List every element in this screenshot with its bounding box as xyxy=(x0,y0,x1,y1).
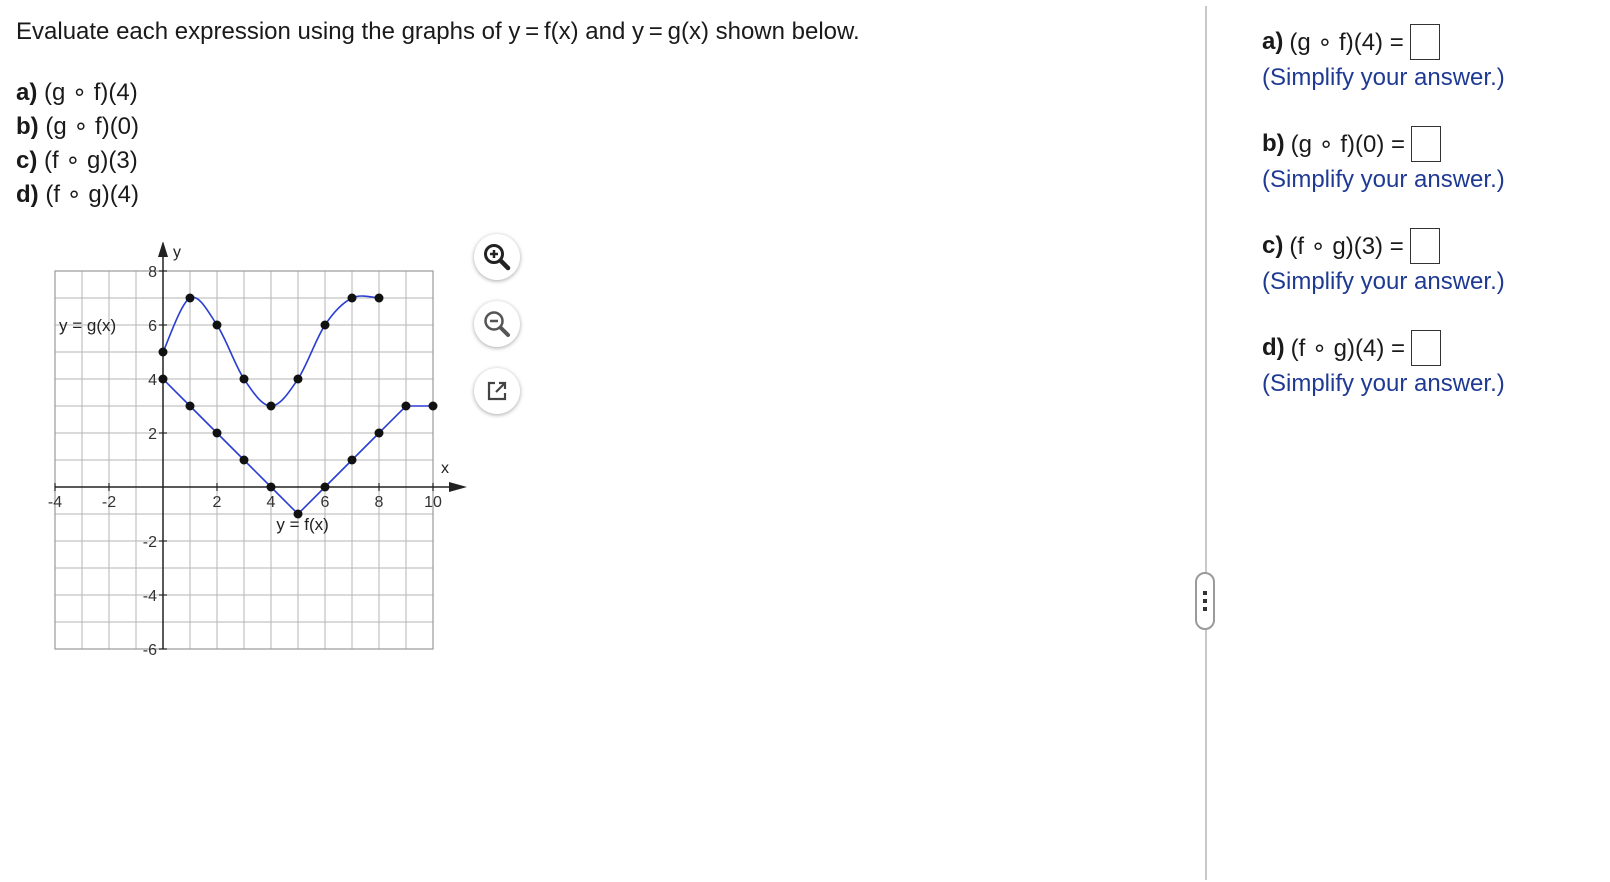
answer-expression: (f ∘ g)(4) = xyxy=(1290,334,1406,362)
question-part-d: d) (f ∘ g)(4) xyxy=(16,178,139,212)
x-axis-arrow xyxy=(449,482,467,492)
g-point xyxy=(374,293,384,303)
part-expression: (g ∘ f)(4) xyxy=(44,79,138,106)
answer-letter: d) xyxy=(1262,334,1285,361)
g-point xyxy=(239,374,249,384)
answer-a: a) (g ∘ f)(4) = (Simplify your answer.) xyxy=(1262,22,1602,92)
question-parts: a) (g ∘ f)(4) b) (g ∘ f)(0) c) (f ∘ g)(3… xyxy=(16,76,139,212)
f-point xyxy=(347,455,357,465)
question-part-b: b) (g ∘ f)(0) xyxy=(16,110,139,144)
y-tick-label: 2 xyxy=(148,426,157,443)
zoom-in-icon xyxy=(484,244,511,271)
simplify-hint: (Simplify your answer.) xyxy=(1262,268,1505,295)
answer-input-d[interactable] xyxy=(1411,330,1442,366)
answer-letter: b) xyxy=(1262,130,1285,157)
question-part-a: a) (g ∘ f)(4) xyxy=(16,76,139,110)
answer-line: b) (g ∘ f)(0) = xyxy=(1262,124,1602,164)
answer-expression: (g ∘ f)(0) = xyxy=(1290,130,1406,158)
answer-expression: (g ∘ f)(4) = xyxy=(1289,28,1404,56)
answer-input-c[interactable] xyxy=(1409,228,1440,264)
function-graph: xy -4 -2 2 4 6 8 10 8 6 4 2 -2 -4 -6 y = g(x) y = f(x) xyxy=(40,241,480,682)
part-letter: c) xyxy=(16,147,38,174)
y-tick-label: 4 xyxy=(148,372,157,389)
simplify-hint: (Simplify your answer.) xyxy=(1262,64,1505,91)
zoom-out-icon xyxy=(484,311,510,337)
x-tick-label: 2 xyxy=(213,494,222,511)
answer-expression: (f ∘ g)(3) = xyxy=(1289,232,1404,260)
answer-d: d) (f ∘ g)(4) = (Simplify your answer.) xyxy=(1262,328,1602,398)
y-tick-label: 8 xyxy=(148,264,157,281)
x-tick-label: -2 xyxy=(102,494,116,511)
answer-input-a[interactable] xyxy=(1409,24,1440,60)
handle-dot xyxy=(1203,607,1207,611)
g-point xyxy=(347,293,357,303)
simplify-hint: (Simplify your answer.) xyxy=(1262,166,1505,193)
question-pane: Evaluate each expression using the graph… xyxy=(0,0,1205,882)
handle-dot xyxy=(1203,591,1207,595)
f-point xyxy=(185,401,195,411)
part-expression: (f ∘ g)(4) xyxy=(45,181,140,208)
f-point xyxy=(158,374,168,384)
instruction-text: Evaluate each expression using the graph… xyxy=(16,18,860,45)
part-expression: (g ∘ f)(0) xyxy=(45,113,140,140)
f-point xyxy=(401,401,411,411)
g-point xyxy=(266,401,276,411)
f-curve-label: y = f(x) xyxy=(276,515,328,534)
axes: xy xyxy=(55,241,467,649)
y-axis-label: y xyxy=(173,244,181,261)
answer-input-b[interactable] xyxy=(1411,126,1442,162)
g-point xyxy=(158,347,168,357)
g-curve-label: y = g(x) xyxy=(59,316,116,335)
f-point xyxy=(239,455,249,465)
g-point xyxy=(212,320,222,330)
f-point xyxy=(266,482,276,492)
resize-handle[interactable] xyxy=(1195,572,1215,630)
question-part-c: c) (f ∘ g)(3) xyxy=(16,144,139,178)
part-letter: a) xyxy=(16,79,38,106)
x-axis-label: x xyxy=(441,460,449,477)
handle-dot xyxy=(1203,599,1207,603)
zoom-out-button[interactable] xyxy=(474,301,520,347)
f-point xyxy=(320,482,330,492)
y-tick-label: -2 xyxy=(143,534,157,551)
pane-divider xyxy=(1205,6,1207,880)
part-expression: (f ∘ g)(3) xyxy=(44,147,138,174)
x-tick-label: 10 xyxy=(424,494,442,511)
y-tick-label: 6 xyxy=(148,318,157,335)
answer-line: c) (f ∘ g)(3) = xyxy=(1262,226,1602,266)
external-window-icon xyxy=(487,381,507,401)
f-point xyxy=(428,401,438,411)
g-point xyxy=(320,320,330,330)
answer-letter: c) xyxy=(1262,232,1284,259)
y-axis-arrow xyxy=(158,241,168,257)
zoom-in-button[interactable] xyxy=(474,234,520,280)
x-tick-label: 8 xyxy=(375,494,384,511)
simplify-hint: (Simplify your answer.) xyxy=(1262,370,1505,397)
part-letter: b) xyxy=(16,113,39,140)
popout-button[interactable] xyxy=(474,368,520,414)
curve-labels: y = g(x) y = f(x) xyxy=(59,316,329,534)
answer-b: b) (g ∘ f)(0) = (Simplify your answer.) xyxy=(1262,124,1602,194)
answer-c: c) (f ∘ g)(3) = (Simplify your answer.) xyxy=(1262,226,1602,296)
f-point xyxy=(374,428,384,438)
g-point xyxy=(293,374,303,384)
answer-line: a) (g ∘ f)(4) = xyxy=(1262,22,1602,62)
graph-svg: xy -4 -2 2 4 6 8 108642-2-4-6 y = g(x)y = f(x) xyxy=(48,241,467,659)
x-tick-label: 4 xyxy=(267,494,276,511)
answer-line: d) (f ∘ g)(4) = xyxy=(1262,328,1602,368)
g-point xyxy=(185,293,195,303)
x-tick-label: -4 xyxy=(48,494,62,511)
f-point xyxy=(212,428,222,438)
answer-pane: a) (g ∘ f)(4) = (Simplify your answer.) … xyxy=(1262,22,1602,430)
x-tick-label: 6 xyxy=(321,494,330,511)
part-letter: d) xyxy=(16,181,39,208)
answer-letter: a) xyxy=(1262,28,1284,55)
y-tick-label: -4 xyxy=(143,588,157,605)
y-tick-label: -6 xyxy=(143,642,157,659)
